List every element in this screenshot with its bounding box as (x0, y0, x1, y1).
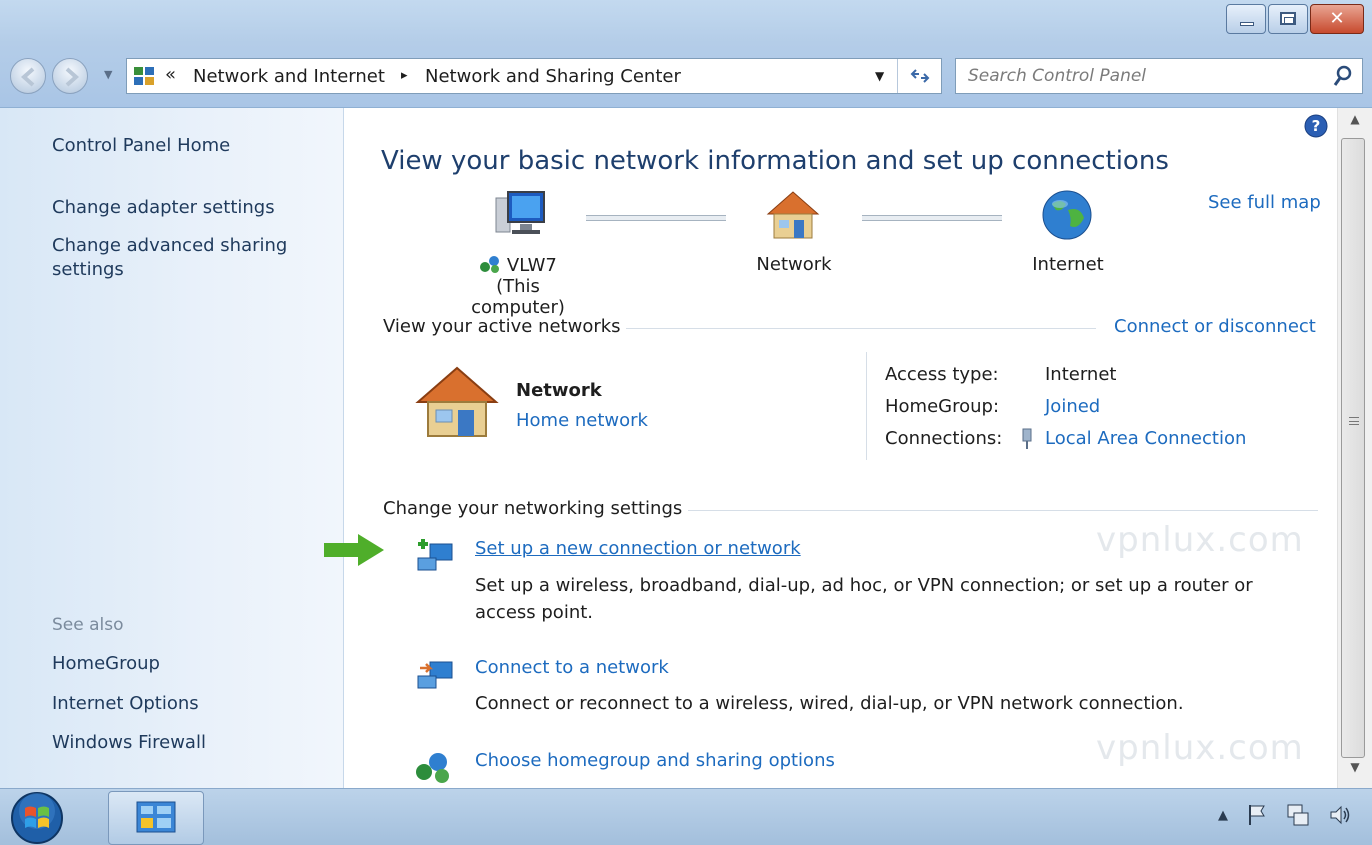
network-house-icon[interactable] (764, 188, 822, 242)
computer-subtitle: (This computer) (471, 276, 565, 318)
change-settings-heading: Change your networking settings (383, 498, 683, 519)
volume-icon[interactable] (1328, 803, 1352, 827)
home-network-link[interactable]: Home network (516, 410, 648, 431)
sidebar-internet-options[interactable]: Internet Options (52, 692, 199, 716)
active-networks-heading: View your active networks (383, 316, 621, 337)
back-arrow-icon (20, 67, 35, 87)
local-area-connection-link[interactable]: Local Area Connection (1045, 428, 1246, 449)
network-share-icon (480, 256, 500, 273)
search-icon[interactable] (1332, 64, 1354, 88)
sidebar: Control Panel Home Change adapter settin… (0, 108, 344, 788)
show-hidden-icons-button[interactable]: ▲ (1218, 808, 1228, 823)
refresh-icon (910, 69, 929, 83)
control-panel-taskbar-icon (136, 801, 176, 833)
access-type-value: Internet (1045, 364, 1117, 385)
sidebar-change-adapter-settings[interactable]: Change adapter settings (52, 196, 275, 220)
scroll-up-button[interactable]: ▲ (1338, 112, 1372, 136)
control-panel-icon (134, 67, 154, 85)
taskbar: ▲ (0, 788, 1372, 845)
home-network-icon (415, 366, 499, 437)
address-bar[interactable]: « Network and Internet ▸ Network and Sha… (126, 58, 942, 94)
ethernet-icon (1022, 428, 1032, 449)
breadcrumb-network-and-sharing-center[interactable]: Network and Sharing Center (425, 66, 681, 87)
breadcrumb-overflow[interactable]: « (165, 64, 176, 85)
see-full-map-link[interactable]: See full map (1208, 192, 1321, 213)
sidebar-windows-firewall[interactable]: Windows Firewall (52, 731, 206, 755)
see-also-heading: See also (52, 615, 124, 635)
scroll-thumb[interactable] (1341, 138, 1365, 758)
breadcrumb-network-and-internet[interactable]: Network and Internet (193, 66, 385, 87)
connect-to-network-link[interactable]: Connect to a network (475, 657, 669, 678)
svg-text:?: ? (1312, 117, 1321, 135)
connect-or-disconnect-link[interactable]: Connect or disconnect (1114, 316, 1316, 337)
address-dropdown-icon[interactable]: ▼ (875, 69, 884, 83)
setup-new-connection-link[interactable]: Set up a new connection or network (475, 538, 801, 559)
forward-button[interactable] (52, 58, 88, 94)
sidebar-control-panel-home[interactable]: Control Panel Home (52, 134, 230, 158)
computer-icon[interactable] (492, 188, 548, 240)
page-title: View your basic network information and … (381, 146, 1169, 176)
vertical-scrollbar[interactable]: ▲ ▼ (1337, 108, 1372, 788)
system-tray: ▲ (1218, 803, 1352, 827)
scroll-down-button[interactable]: ▼ (1338, 760, 1372, 784)
map-node-computer: VLW7 (This computer) (448, 254, 588, 318)
network-details-divider (866, 352, 867, 460)
homegroup-sharing-options-link[interactable]: Choose homegroup and sharing options (475, 750, 835, 771)
connect-network-icon (417, 661, 453, 689)
minimize-button[interactable] (1226, 4, 1266, 34)
connections-label: Connections: (885, 428, 1003, 449)
sidebar-change-advanced-sharing-settings[interactable]: Change advanced sharing settings (52, 234, 302, 282)
window-chrome: ✕ ▼ « Network and Internet ▸ Network and… (0, 0, 1372, 108)
network-tray-icon[interactable] (1286, 803, 1310, 827)
green-arrow-icon (324, 534, 384, 566)
map-node-internet: Internet (1032, 254, 1104, 275)
watermark: vpnlux.com (1096, 520, 1304, 560)
maximize-button[interactable] (1268, 4, 1308, 34)
access-type-label: Access type: (885, 364, 999, 385)
forward-arrow-icon (65, 67, 80, 87)
scroll-grip-icon (1349, 417, 1359, 425)
homegroup-label: HomeGroup: (885, 396, 1000, 417)
new-connection-icon (417, 539, 453, 571)
restore-icon (1280, 12, 1296, 25)
computer-name: VLW7 (506, 255, 557, 276)
change-settings-divider (688, 510, 1318, 511)
setup-new-connection-desc: Set up a wireless, broadband, dial-up, a… (475, 575, 1253, 623)
internet-globe-icon[interactable] (1040, 188, 1094, 242)
minimize-icon (1240, 22, 1254, 26)
map-connector-2 (862, 215, 1002, 221)
window-controls: ✕ (1224, 4, 1364, 34)
homegroup-joined-link[interactable]: Joined (1045, 396, 1100, 417)
action-center-flag-icon[interactable] (1246, 803, 1268, 827)
refresh-button[interactable] (897, 59, 941, 93)
map-connector-1 (586, 215, 726, 221)
recent-pages-dropdown[interactable]: ▼ (104, 68, 112, 81)
active-network-name: Network (516, 380, 602, 401)
close-button[interactable]: ✕ (1310, 4, 1364, 34)
breadcrumb-separator[interactable]: ▸ (401, 68, 408, 83)
start-button[interactable] (10, 791, 64, 845)
map-node-network: Network (756, 254, 832, 275)
search-box (955, 58, 1363, 94)
active-networks-divider (626, 328, 1096, 329)
search-input[interactable] (966, 63, 1316, 89)
watermark-2: vpnlux.com (1096, 728, 1304, 768)
close-icon: ✕ (1329, 8, 1345, 29)
sidebar-homegroup[interactable]: HomeGroup (52, 652, 160, 676)
connect-to-network-desc: Connect or reconnect to a wireless, wire… (475, 693, 1184, 714)
homegroup-icon (416, 753, 449, 783)
taskbar-control-panel-button[interactable] (108, 791, 204, 845)
help-icon[interactable]: ? (1304, 114, 1328, 138)
back-button[interactable] (10, 58, 46, 94)
main-content: ? View your basic network information an… (324, 108, 1337, 788)
